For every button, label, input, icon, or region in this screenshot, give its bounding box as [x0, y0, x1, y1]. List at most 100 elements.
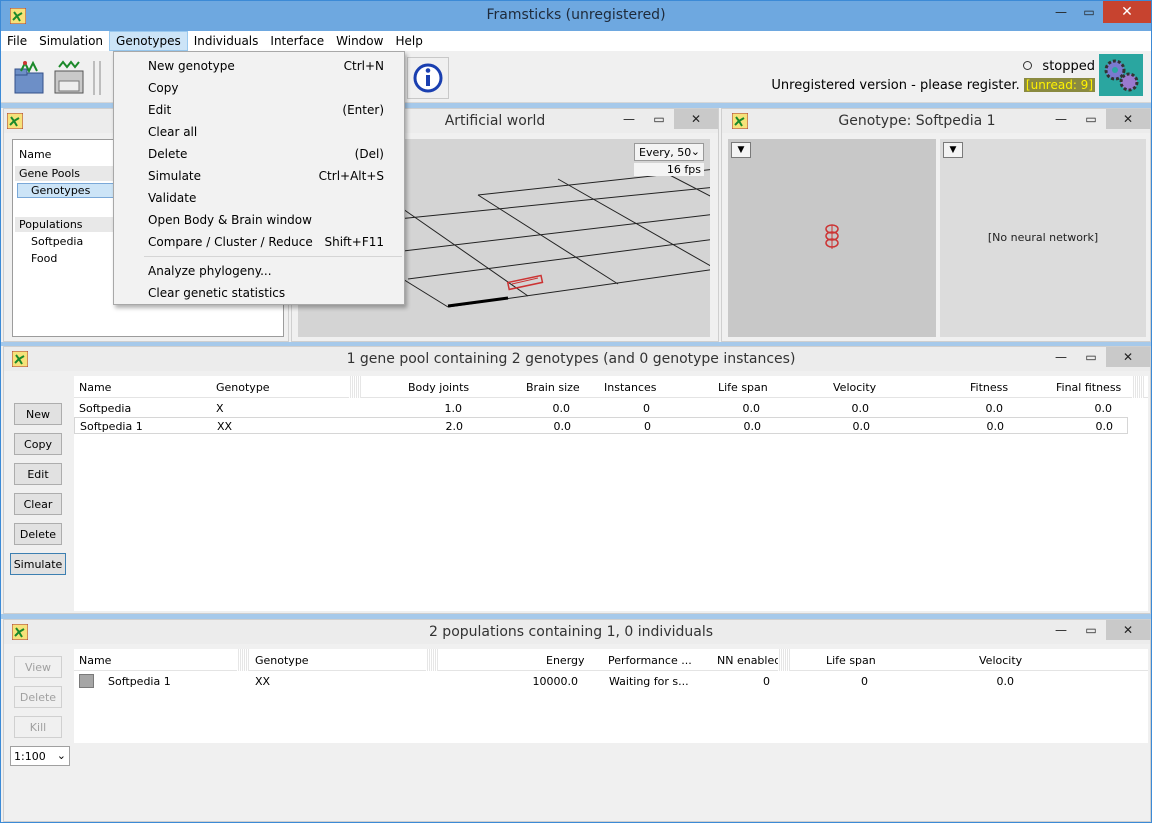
- view-button[interactable]: View: [14, 656, 62, 678]
- minimize-icon[interactable]: —: [1046, 620, 1076, 640]
- close-icon[interactable]: ✕: [1106, 347, 1150, 367]
- brain-view-menu-button[interactable]: ▼: [943, 142, 963, 158]
- tree-group-gene-pools[interactable]: Gene Pools: [15, 166, 115, 181]
- cell-life-span: 0: [861, 675, 868, 688]
- cell-final-fitness: 0.0: [1095, 420, 1114, 433]
- cell-brain-size: 0.0: [552, 402, 571, 415]
- brain-view[interactable]: ▼ [No neural network]: [940, 139, 1146, 337]
- cell-genotype: X: [216, 402, 224, 415]
- zoom-select[interactable]: 1:100 ⌄: [10, 746, 70, 766]
- col-fitness[interactable]: Fitness: [970, 381, 1008, 394]
- menu-item-clear-all[interactable]: Clear all: [114, 120, 404, 142]
- cell-instances: 0: [643, 402, 650, 415]
- genotype-table[interactable]: Name Genotype Body joints Brain size Ins…: [74, 376, 1148, 611]
- kill-button[interactable]: Kill: [14, 716, 62, 738]
- maximize-icon[interactable]: ▭: [1076, 620, 1106, 640]
- col-body-joints[interactable]: Body joints: [408, 381, 469, 394]
- gene-pool-button-panel: New Copy Edit Clear Delete Simulate: [8, 375, 72, 611]
- delete-button[interactable]: Delete: [14, 523, 62, 545]
- close-icon[interactable]: ✕: [1106, 109, 1150, 129]
- menu-genotypes[interactable]: Genotypes: [109, 31, 188, 51]
- col-instances[interactable]: Instances: [604, 381, 657, 394]
- col-velocity[interactable]: Velocity: [979, 654, 1022, 667]
- col-brain-size[interactable]: Brain size: [526, 381, 580, 394]
- unread-badge[interactable]: [unread: 9]: [1023, 78, 1095, 92]
- open-folder-icon[interactable]: [11, 59, 49, 97]
- col-name[interactable]: Name: [79, 654, 111, 667]
- menu-help[interactable]: Help: [389, 31, 428, 51]
- cell-energy: 10000.0: [532, 675, 579, 688]
- menu-window[interactable]: Window: [330, 31, 389, 51]
- maximize-icon[interactable]: ▭: [1075, 1, 1103, 23]
- edit-button[interactable]: Edit: [14, 463, 62, 485]
- col-genotype[interactable]: Genotype: [255, 654, 309, 667]
- col-final-fitness[interactable]: Final fitness: [1056, 381, 1121, 394]
- menu-item-delete[interactable]: Delete (Del): [114, 142, 404, 164]
- minimize-icon[interactable]: —: [614, 109, 644, 129]
- minimize-icon[interactable]: —: [1046, 347, 1076, 367]
- menu-simulation[interactable]: Simulation: [33, 31, 109, 51]
- genotype-window: Genotype: Softpedia 1 — ▭ ✕ ▼ ▼ [No neur…: [721, 108, 1151, 342]
- menu-item-clear-genetic-statistics[interactable]: Clear genetic statistics: [114, 281, 404, 303]
- cell-nn-enabled: 0: [763, 675, 770, 688]
- toolbar-separator: [99, 61, 101, 95]
- clear-button[interactable]: Clear: [14, 493, 62, 515]
- save-icon[interactable]: [51, 59, 89, 97]
- title-bar: Framsticks (unregistered) — ▭ ✕: [1, 1, 1151, 31]
- new-button[interactable]: New: [14, 403, 62, 425]
- menu-item-analyze-phylogeny[interactable]: Analyze phylogeny...: [114, 259, 404, 281]
- chevron-down-icon: ⌄: [56, 749, 66, 762]
- col-energy[interactable]: Energy: [546, 654, 585, 667]
- table-row[interactable]: Softpedia 1 XX 2.0 0.0 0 0.0 0.0 0.0 0.0: [74, 417, 1128, 434]
- menu-file[interactable]: File: [1, 31, 33, 51]
- col-nn-enabled[interactable]: NN enabled: [717, 654, 781, 667]
- maximize-icon[interactable]: ▭: [1076, 347, 1106, 367]
- copy-button[interactable]: Copy: [14, 433, 62, 455]
- minimize-icon[interactable]: —: [1047, 1, 1075, 23]
- tree-item-food[interactable]: Food: [31, 252, 57, 265]
- menu-separator: [144, 256, 402, 257]
- col-performance[interactable]: Performance ...: [608, 654, 692, 667]
- menu-interface[interactable]: Interface: [264, 31, 330, 51]
- render-every-select[interactable]: Every, 50 ⌄: [634, 143, 704, 161]
- individuals-table[interactable]: Name Genotype Energy Performance ... NN …: [74, 649, 1148, 743]
- menu-item-edit[interactable]: Edit (Enter): [114, 98, 404, 120]
- column-separator: [237, 649, 249, 671]
- cell-instances: 0: [644, 420, 651, 433]
- menu-item-simulate[interactable]: Simulate Ctrl+Alt+S: [114, 164, 404, 186]
- body-view[interactable]: ▼: [728, 139, 936, 337]
- creature-body-icon: [825, 224, 839, 249]
- menu-item-validate[interactable]: Validate: [114, 186, 404, 208]
- dropdown-arrow-icon: ▼: [949, 145, 957, 155]
- tree-group-populations[interactable]: Populations: [15, 217, 115, 232]
- delete-individual-button[interactable]: Delete: [14, 686, 62, 708]
- table-header: Name Genotype Energy Performance ... NN …: [74, 649, 1148, 671]
- col-life-span[interactable]: Life span: [826, 654, 876, 667]
- simulate-button[interactable]: Simulate: [10, 553, 66, 575]
- register-text[interactable]: Unregistered version - please register.: [771, 78, 1019, 93]
- menu-item-copy[interactable]: Copy: [114, 76, 404, 98]
- cell-name: Softpedia 1: [80, 420, 143, 433]
- menu-item-new-genotype[interactable]: New genotype Ctrl+N: [114, 54, 404, 76]
- menu-individuals[interactable]: Individuals: [188, 31, 265, 51]
- close-icon[interactable]: ✕: [1103, 1, 1151, 23]
- col-name[interactable]: Name: [79, 381, 111, 394]
- cell-name: Softpedia: [79, 402, 132, 415]
- info-icon[interactable]: [407, 57, 449, 99]
- tree-item-genotypes[interactable]: Genotypes: [17, 183, 117, 198]
- cell-fitness: 0.0: [985, 402, 1004, 415]
- col-velocity[interactable]: Velocity: [833, 381, 876, 394]
- tree-item-softpedia[interactable]: Softpedia: [31, 235, 83, 248]
- table-row[interactable]: Softpedia X 1.0 0.0 0 0.0 0.0 0.0 0.0: [74, 400, 1128, 417]
- no-neural-network-label: [No neural network]: [987, 231, 1099, 244]
- minimize-icon[interactable]: —: [1046, 109, 1076, 129]
- menu-item-open-body-brain[interactable]: Open Body & Brain window: [114, 208, 404, 230]
- maximize-icon[interactable]: ▭: [644, 109, 674, 129]
- menu-item-compare-cluster-reduce[interactable]: Compare / Cluster / Reduce Shift+F11: [114, 230, 404, 252]
- close-icon[interactable]: ✕: [1106, 620, 1150, 640]
- body-view-menu-button[interactable]: ▼: [731, 142, 751, 158]
- col-life-span[interactable]: Life span: [718, 381, 768, 394]
- table-row[interactable]: Softpedia 1 XX 10000.0 Waiting for s... …: [74, 673, 1128, 690]
- maximize-icon[interactable]: ▭: [1076, 109, 1106, 129]
- col-genotype[interactable]: Genotype: [216, 381, 270, 394]
